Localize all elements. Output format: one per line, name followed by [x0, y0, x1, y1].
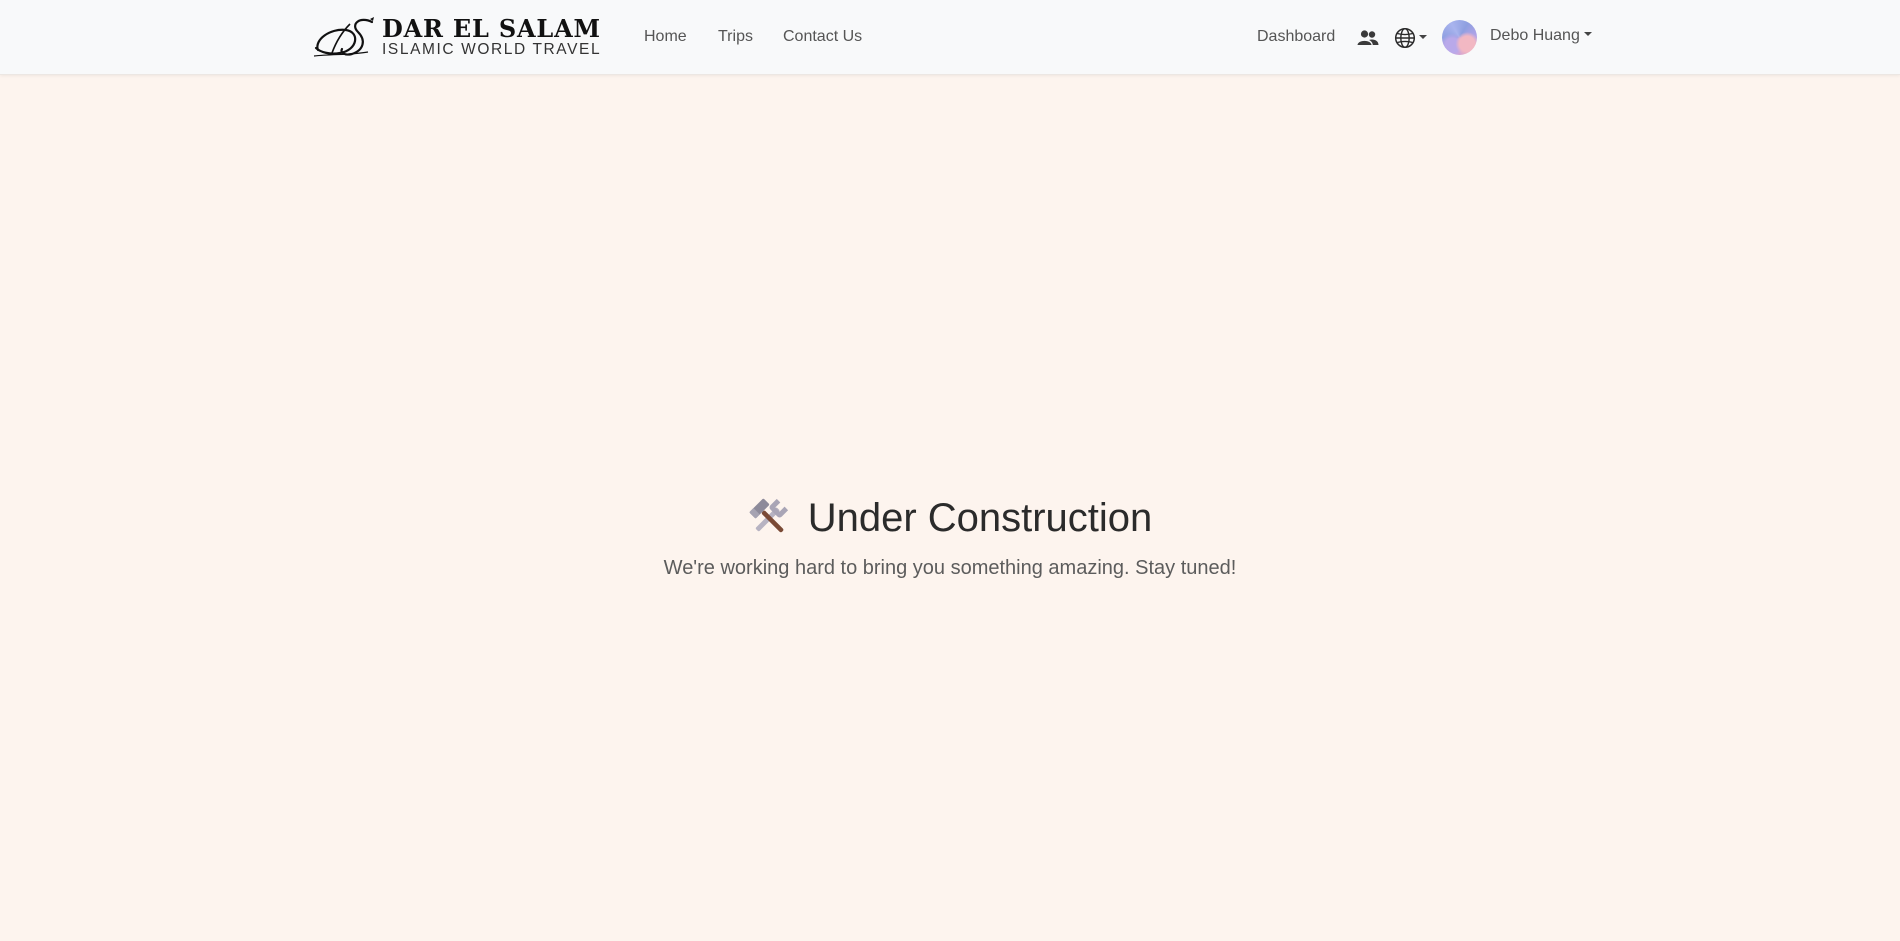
- people-icon: [1357, 30, 1379, 45]
- user-name: Debo Huang: [1490, 27, 1580, 44]
- nav-trips-link[interactable]: Trips: [718, 26, 753, 48]
- user-avatar[interactable]: [1442, 20, 1477, 55]
- page-subtitle: We're working hard to bring you somethin…: [663, 557, 1237, 579]
- user-menu-dropdown-toggle[interactable]: Debo Huang: [1490, 25, 1592, 47]
- chevron-down-icon: [1583, 32, 1592, 36]
- nav-dashboard-link[interactable]: Dashboard: [1257, 26, 1335, 48]
- page-title-text: Under Construction: [807, 496, 1153, 540]
- language-dropdown-toggle[interactable]: [1392, 26, 1428, 50]
- brand-subtitle: ISLAMIC WORLD TRAVEL: [382, 40, 602, 58]
- brand-wordmark: DAR EL SALAM ISLAMIC WORLD TRAVEL: [382, 13, 602, 58]
- under-construction-section: Under Construction We're working hard to…: [0, 492, 1900, 582]
- brand-title: DAR EL SALAM: [382, 13, 601, 43]
- top-navbar: DAR EL SALAM ISLAMIC WORLD TRAVEL Home T…: [0, 0, 1900, 75]
- nav-contact-us-link[interactable]: Contact Us: [783, 26, 862, 48]
- ds-monogram-logo: [312, 16, 380, 58]
- people-button[interactable]: [1356, 26, 1380, 50]
- nav-home-link[interactable]: Home: [644, 26, 687, 48]
- chevron-down-icon: [1418, 35, 1427, 39]
- page-title: Under Construction: [748, 492, 1153, 544]
- brand-logo-link[interactable]: DAR EL SALAM ISLAMIC WORLD TRAVEL: [312, 16, 604, 58]
- globe-icon: [1394, 27, 1415, 49]
- hammer-and-wrench-icon: [748, 497, 790, 539]
